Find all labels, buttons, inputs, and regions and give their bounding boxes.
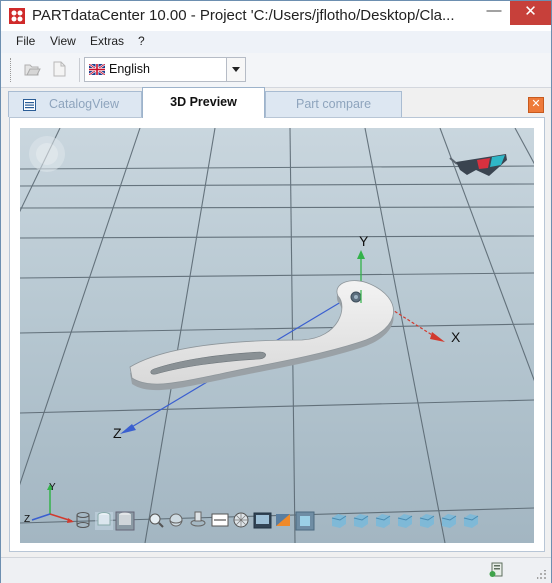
uk-flag-icon — [89, 64, 105, 75]
box-select-icon[interactable] — [295, 511, 315, 531]
3d-viewport[interactable]: Y X Z Y Z — [20, 128, 534, 543]
status-bar — [1, 557, 551, 583]
rotate-sphere-icon[interactable] — [169, 513, 183, 527]
minimize-button[interactable]: — — [479, 1, 509, 25]
axis-y-label: Y — [359, 233, 369, 249]
mini-axis-y-label: Y — [49, 482, 56, 493]
connection-status-icon[interactable] — [489, 562, 503, 578]
tab-3d-preview-label: 3D Preview — [170, 95, 237, 109]
resize-grip-icon[interactable] — [537, 570, 547, 580]
wireframe-sphere-icon[interactable] — [233, 512, 249, 528]
app-logo-icon — [9, 8, 25, 24]
tab-part-compare-label: Part compare — [295, 97, 372, 111]
preview-panel: Y X Z Y Z — [9, 117, 545, 552]
tab-catalog-view[interactable]: CatalogView — [8, 91, 142, 117]
axis-x-label: X — [451, 329, 461, 345]
tab-3d-preview[interactable]: 3D Preview — [142, 87, 265, 118]
3d-scene[interactable]: Y X Z Y Z — [20, 128, 534, 543]
menu-view[interactable]: View — [50, 34, 76, 48]
open-folder-icon[interactable] — [23, 60, 41, 78]
menu-help[interactable]: ? — [138, 34, 145, 48]
cylinder-solid-icon[interactable] — [115, 511, 135, 531]
toolbar-grip — [10, 58, 13, 82]
close-window-button[interactable]: ✕ — [510, 1, 551, 25]
menu-extras[interactable]: Extras — [90, 34, 124, 48]
title-bar: PARTdataCenter 10.00 - Project 'C:/Users… — [1, 1, 551, 31]
screenshot-icon[interactable] — [253, 512, 272, 529]
tab-bar: CatalogView 3D Preview Part compare — [1, 87, 551, 118]
toolbar: English — [1, 53, 551, 88]
language-select[interactable]: English — [84, 57, 246, 82]
language-dropdown-button[interactable] — [226, 58, 245, 81]
tab-part-compare[interactable]: Part compare — [265, 91, 402, 117]
menu-bar: File View Extras ? — [1, 31, 551, 54]
catalog-view-icon — [23, 99, 36, 111]
section-icon[interactable] — [276, 514, 290, 526]
cylinder-ghost-icon[interactable] — [95, 512, 113, 530]
axis-z-label: Z — [113, 425, 122, 441]
mini-axis-z-label: Z — [24, 514, 30, 525]
close-panel-button[interactable]: ✕ — [528, 97, 544, 113]
chevron-down-icon — [232, 67, 240, 72]
menu-file[interactable]: File — [16, 34, 35, 48]
language-select-value: English — [109, 62, 150, 76]
app-window: PARTdataCenter 10.00 - Project 'C:/Users… — [0, 0, 552, 583]
new-document-icon[interactable] — [50, 60, 68, 78]
toolbar-separator — [79, 58, 80, 82]
window-title: PARTdataCenter 10.00 - Project 'C:/Users… — [32, 7, 455, 24]
dimension-icon[interactable] — [211, 513, 229, 527]
navigation-compass-icon[interactable] — [29, 136, 65, 172]
tab-catalog-view-label: CatalogView — [49, 97, 119, 111]
